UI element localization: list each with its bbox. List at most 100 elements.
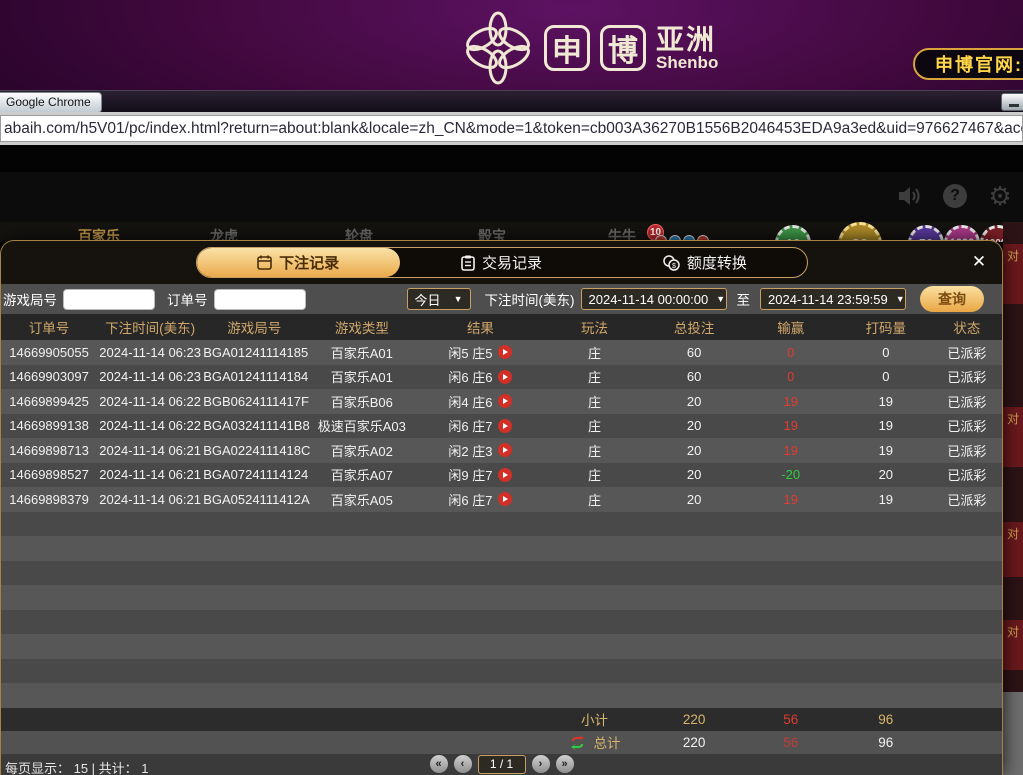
- first-page-button[interactable]: «: [429, 755, 448, 773]
- tab-label: 交易记录: [481, 255, 542, 272]
- tab-credit-transfer[interactable]: $ 额度转换: [603, 248, 806, 277]
- page-indicator: 1 / 1: [477, 754, 526, 774]
- chrome-window-label: Google Chrome: [0, 92, 102, 113]
- table-row[interactable]: 14669899425 2024-11-14 06:22 BGB0624111417…: [1, 389, 1002, 414]
- play-icon[interactable]: [498, 443, 513, 458]
- cell-play: 庄: [588, 468, 602, 484]
- cell-turnover: 0: [882, 369, 890, 385]
- cell-result: 闲5 庄5: [418, 343, 542, 362]
- background-bet-area: 对: [1003, 244, 1023, 304]
- cell-win: 19: [783, 491, 798, 507]
- play-icon[interactable]: [498, 345, 513, 360]
- table-row[interactable]: 14669898379 2024-11-14 06:21 BGA0524111412…: [1, 487, 1002, 512]
- play-icon[interactable]: [498, 492, 513, 507]
- subtotal-label: 小计: [581, 713, 609, 728]
- cell-type: 百家乐A01: [330, 370, 393, 386]
- cell-order: 14669898713: [9, 442, 89, 458]
- cell-turnover: 19: [878, 442, 894, 458]
- cell-round: BGA01241114184: [203, 369, 309, 385]
- sound-icon[interactable]: [897, 183, 923, 209]
- tab-transaction-records[interactable]: 交易记录: [400, 248, 603, 277]
- cell-result: 闲6 庄7: [418, 490, 542, 509]
- date-to-select[interactable]: 2024-11-14 23:59:59 ▼: [760, 288, 906, 310]
- table-row[interactable]: 14669905055 2024-11-14 06:23 BGA0124111418…: [1, 340, 1002, 365]
- cell-bet: 20: [686, 491, 702, 507]
- subtotal-win: 56: [783, 711, 799, 727]
- table-row-empty: [1, 683, 1002, 708]
- logo-brand-en: Shenbo: [656, 52, 719, 72]
- cell-status: 已派彩: [947, 492, 987, 508]
- cell-win: 19: [783, 393, 798, 409]
- settings-gear-icon[interactable]: ⚙: [987, 183, 1013, 209]
- cell-time: 2024-11-14 06:23: [99, 369, 201, 385]
- cell-round: BGA0224111418C: [203, 442, 311, 458]
- page-summary: 每页显示： 15 | 共计： 1: [5, 760, 149, 775]
- cell-round: BGA032411141B8: [203, 418, 310, 434]
- table-row[interactable]: 14669899138 2024-11-14 06:22 BGA032411141B…: [1, 413, 1002, 438]
- grand-total-row: 总计 220 56 96: [1, 730, 1002, 754]
- order-label: 订单号: [167, 293, 208, 308]
- minimize-icon: [1009, 104, 1019, 107]
- cell-bet: 60: [686, 369, 702, 385]
- flower-logo-icon: [462, 11, 534, 85]
- date-range-select[interactable]: 今日 ▼: [406, 288, 471, 310]
- game-toolbar: ? ⚙: [0, 172, 1023, 222]
- official-site-button[interactable]: 申博官网:: [913, 48, 1023, 80]
- play-icon[interactable]: [498, 369, 513, 384]
- exchange-icon[interactable]: [569, 734, 586, 750]
- play-icon[interactable]: [498, 418, 513, 433]
- cell-result: 闲9 庄7: [418, 465, 542, 484]
- cell-round: BGA01241114185: [203, 344, 309, 360]
- subtotal-bet: 220: [682, 711, 706, 727]
- order-input[interactable]: [213, 288, 306, 310]
- logo-char-shen: 申: [544, 25, 590, 71]
- table-row-empty: [1, 560, 1002, 585]
- cell-play: 庄: [588, 394, 602, 410]
- game-round-input[interactable]: [63, 288, 155, 310]
- logo-region: 亚洲 Shenbo: [656, 25, 719, 72]
- background-bet-area: 对: [1003, 522, 1023, 577]
- next-page-button[interactable]: ›: [531, 755, 550, 773]
- subtotal-turnover: 96: [878, 711, 894, 727]
- last-page-button[interactable]: »: [555, 755, 574, 773]
- tab-group: 下注记录 交易记录 $ 额度转换: [195, 247, 808, 278]
- table-row[interactable]: 14669903097 2024-11-14 06:23 BGA0124111418…: [1, 364, 1002, 389]
- chip-20-selected[interactable]: 20: [838, 222, 882, 242]
- cell-status: 已派彩: [947, 345, 987, 361]
- cell-order: 14669903097: [9, 369, 89, 385]
- cell-status: 已派彩: [947, 370, 987, 386]
- play-icon[interactable]: [498, 394, 513, 409]
- grand-total-turnover: 96: [878, 734, 894, 750]
- cell-win: 0: [787, 344, 795, 360]
- table-row[interactable]: 14669898527 2024-11-14 06:21 BGA0724111412…: [1, 462, 1002, 487]
- help-icon[interactable]: ?: [943, 184, 967, 208]
- minimize-button[interactable]: [1001, 93, 1023, 111]
- subtotal-row: 小计 220 56 96: [1, 707, 1002, 731]
- cell-type: 百家乐B06: [330, 394, 393, 410]
- search-button[interactable]: 查询: [920, 286, 984, 312]
- cell-result: 闲4 庄6: [418, 392, 542, 411]
- chrome-titlebar: Google Chrome: [0, 90, 1023, 113]
- play-icon[interactable]: [498, 467, 513, 482]
- cell-win: -20: [781, 467, 801, 483]
- date-from-select[interactable]: 2024-11-14 00:00:00 ▼: [580, 288, 727, 310]
- separator-strip: [0, 145, 1023, 172]
- table-row-empty: [1, 511, 1002, 536]
- cell-bet: 20: [686, 393, 702, 409]
- close-icon[interactable]: ✕: [968, 251, 990, 273]
- background-bet-area: 对: [1003, 620, 1023, 670]
- table-row[interactable]: 14669898713 2024-11-14 06:21 BGA0224111418…: [1, 438, 1002, 463]
- modal-footer: 每页显示： 15 | 共计： 1 « ‹ 1 / 1 › »: [1, 753, 1002, 775]
- to-label: 至: [736, 293, 751, 308]
- cell-type: 极速百家乐A03: [317, 419, 406, 435]
- tab-bet-records[interactable]: 下注记录: [196, 248, 400, 277]
- lobby-menu: 百家乐 龙虎 轮盘 骰宝 牛牛 10 10 20 50 1000 10000: [0, 222, 1023, 242]
- bet-records-modal: 下注记录 交易记录 $ 额度转换 ✕ 游戏局号 订单号 今日 ▼ 下注时间(美东…: [0, 240, 1003, 775]
- cell-time: 2024-11-14 06:21: [99, 442, 201, 458]
- table-body: 14669905055 2024-11-14 06:23 BGA0124111418…: [1, 340, 1002, 708]
- prev-page-button[interactable]: ‹: [453, 755, 472, 773]
- cell-result: 闲2 庄3: [418, 441, 542, 460]
- url-input[interactable]: abaih.com/h5V01/pc/index.html?return=abo…: [0, 115, 1023, 142]
- brand-header: 申 博 亚洲 Shenbo 申博官网:: [0, 0, 1023, 90]
- table-row-empty: [1, 634, 1002, 659]
